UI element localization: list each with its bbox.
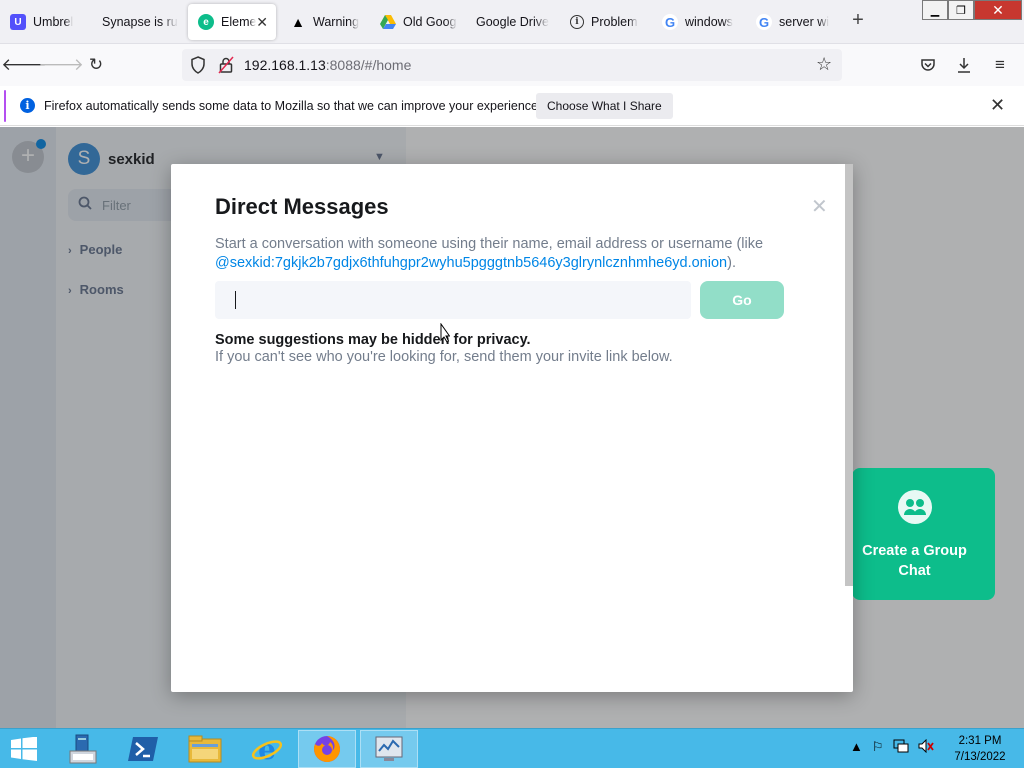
windows-start-icon[interactable] [10, 736, 38, 761]
google-icon: G [756, 14, 772, 30]
url-text[interactable]: 192.168.1.13:8088/#/home [244, 57, 411, 73]
close-icon[interactable]: ✕ [811, 194, 828, 219]
tab-google-drive[interactable]: Google Drive [466, 2, 558, 42]
tab-warning[interactable]: ▲ Warning [280, 2, 368, 42]
example-user-link[interactable]: @sexkid:7gkjk2b7gdjx6thfuhgpr2wyhu5pgggt… [215, 255, 727, 271]
navigation-toolbar: 🡐 🡒 ↻ 192.168.1.13:8088/#/home ☆ ≡ [0, 44, 1024, 86]
tab-synapse[interactable]: Synapse is ru [92, 2, 184, 42]
minimize-window-button[interactable]: ▁ [922, 0, 948, 20]
mouse-cursor [440, 322, 451, 348]
close-icon[interactable]: ✕ [990, 95, 1005, 116]
notification-message: Firefox automatically sends some data to… [44, 99, 542, 113]
file-explorer-icon[interactable] [176, 730, 234, 768]
scrollbar[interactable] [845, 164, 853, 586]
dialog-title: Direct Messages [215, 194, 389, 219]
tab-old-google[interactable]: Old Goog [370, 2, 462, 42]
back-icon[interactable]: 🡐 [1, 53, 47, 77]
google-icon: G [662, 14, 678, 30]
clock-time: 2:31 PM [958, 735, 1002, 747]
info-circle-icon: i [570, 15, 584, 29]
performance-monitor-icon[interactable] [360, 730, 418, 768]
text-caret [235, 291, 236, 309]
group-chat-label: Create a Group Chat [862, 543, 967, 579]
create-group-chat-button[interactable]: Create a Group Chat [852, 468, 995, 600]
powershell-icon[interactable] [114, 730, 172, 768]
new-tab-icon[interactable]: + [847, 10, 869, 32]
choose-what-i-share-button[interactable]: Choose What I Share [536, 93, 673, 119]
browser-tab-strip: U Umbrel Synapse is ru e Elemen ✕ ▲ Warn… [0, 0, 1024, 44]
pocket-icon[interactable] [916, 53, 940, 77]
network-icon[interactable] [893, 739, 909, 756]
group-icon [898, 490, 932, 524]
element-icon: e [198, 14, 214, 30]
windows-taskbar: e ▲ ⚐ 2:31 PM 7/13/2022 [0, 728, 1024, 768]
tab-windows[interactable]: G windows [652, 2, 744, 42]
menu-icon[interactable]: ≡ [988, 53, 1012, 77]
direct-messages-dialog: Direct Messages ✕ Start a conversation w… [171, 164, 853, 692]
shield-icon[interactable] [190, 56, 206, 79]
warning-icon: ▲ [291, 14, 305, 30]
tab-umbrel[interactable]: U Umbrel [0, 2, 90, 42]
tray-expand-icon[interactable]: ▲ [850, 739, 863, 756]
tab-server-win[interactable]: G server wi [746, 2, 838, 42]
forward-icon[interactable]: 🡒 [38, 53, 84, 77]
privacy-hint-title: Some suggestions may be hidden for priva… [215, 332, 531, 348]
reload-icon[interactable]: ↻ [84, 53, 108, 77]
dialog-description: Start a conversation with someone using … [215, 236, 764, 271]
restore-window-button[interactable]: ❐ [948, 0, 974, 20]
internet-explorer-icon[interactable]: e [238, 730, 296, 768]
notification-accent [4, 90, 6, 122]
drive-icon [380, 14, 396, 30]
system-tray: ▲ ⚐ [850, 738, 934, 756]
tab-problem[interactable]: i Problem [560, 2, 650, 42]
umbrel-icon: U [10, 14, 26, 30]
tab-element[interactable]: e Elemen ✕ [188, 4, 276, 40]
volume-muted-icon[interactable] [918, 738, 934, 756]
svg-text:e: e [258, 733, 276, 765]
downloads-icon[interactable] [952, 53, 976, 77]
clock-date: 7/13/2022 [954, 751, 1006, 763]
privacy-hint-body: If you can't see who you're looking for,… [215, 349, 673, 365]
insecure-lock-icon[interactable] [218, 56, 234, 79]
address-bar[interactable]: 192.168.1.13:8088/#/home ☆ [182, 49, 842, 81]
bookmark-star-icon[interactable]: ☆ [816, 54, 832, 75]
system-clock[interactable]: 2:31 PM 7/13/2022 [950, 733, 1010, 765]
server-manager-icon[interactable] [54, 730, 112, 768]
go-button[interactable]: Go [700, 281, 784, 319]
firefox-icon[interactable] [298, 730, 356, 768]
invite-search-input[interactable] [215, 281, 691, 319]
action-center-flag-icon[interactable]: ⚐ [872, 739, 884, 756]
close-tab-icon[interactable]: ✕ [256, 14, 268, 31]
firefox-notification-bar: i Firefox automatically sends some data … [0, 86, 1024, 126]
close-window-button[interactable]: ✕ [974, 0, 1022, 20]
info-icon: i [20, 98, 35, 113]
